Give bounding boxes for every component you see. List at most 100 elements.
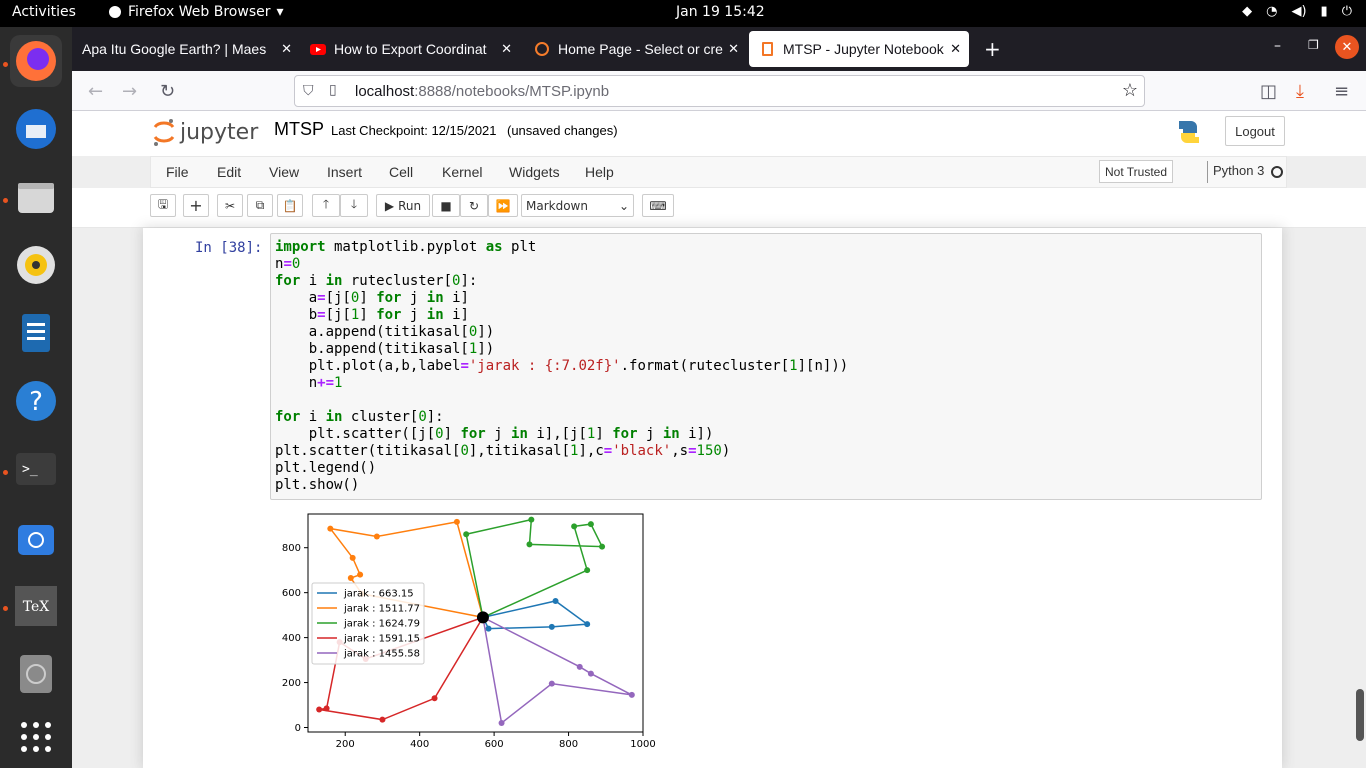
- chevron-down-icon: ▾: [276, 4, 284, 20]
- data-point: [584, 621, 591, 628]
- hamburger-menu-icon[interactable]: ≡: [1334, 81, 1349, 102]
- data-point: [347, 575, 354, 582]
- insert-cell-icon[interactable]: +: [183, 194, 209, 217]
- help-icon[interactable]: ?: [10, 375, 62, 427]
- forward-icon[interactable]: →: [122, 81, 137, 102]
- terminal-icon[interactable]: >_: [10, 443, 62, 495]
- move-up-icon[interactable]: 🡑: [312, 194, 340, 217]
- close-icon[interactable]: ✕: [281, 41, 292, 57]
- activities-button[interactable]: Activities: [12, 4, 76, 20]
- rhythmbox-icon[interactable]: [10, 239, 62, 291]
- cell-type-select[interactable]: Markdown ⌄: [521, 194, 634, 217]
- tab-google-earth[interactable]: Apa Itu Google Earth? | Maes ✕: [72, 31, 300, 67]
- menu-edit[interactable]: Edit: [217, 164, 241, 180]
- data-point: [453, 518, 460, 525]
- x-tick-label: 400: [410, 739, 429, 750]
- navigation-bar: ← → ↻ ⛉ ▯ localhost:8888/notebooks/MTSP.…: [72, 71, 1366, 111]
- y-tick-label: 400: [282, 633, 301, 644]
- texmaker-icon[interactable]: TeX: [10, 579, 62, 631]
- disk-icon[interactable]: [10, 647, 62, 699]
- menu-insert[interactable]: Insert: [327, 164, 362, 180]
- dock: ? >_ TeX: [0, 27, 72, 768]
- legend-label: jarak : 1591.15: [343, 634, 420, 645]
- close-window-icon[interactable]: ✕: [1335, 35, 1359, 59]
- tab-export-coordinates[interactable]: How to Export Coordinat ✕: [300, 31, 520, 67]
- menu-cell[interactable]: Cell: [389, 164, 413, 180]
- svg-text:TeX: TeX: [23, 599, 50, 615]
- software-center-icon[interactable]: [10, 511, 62, 563]
- interrupt-icon[interactable]: ■: [432, 194, 460, 217]
- system-tray[interactable]: ◆ ◔ ◀) ▮ ⏻: [1242, 4, 1352, 19]
- data-point: [599, 543, 606, 550]
- minimize-icon[interactable]: –: [1274, 38, 1281, 54]
- menu-file[interactable]: File: [166, 164, 189, 180]
- data-point: [463, 531, 470, 538]
- system-top-bar: Activities Firefox Web Browser ▾ Jan 19 …: [0, 0, 1366, 27]
- back-icon[interactable]: ←: [88, 81, 103, 102]
- data-point: [576, 663, 583, 670]
- y-tick-label: 0: [295, 723, 301, 734]
- page-scrollbar[interactable]: [1356, 689, 1364, 741]
- battery-icon[interactable]: ▮: [1321, 4, 1328, 19]
- volume-icon[interactable]: ◀): [1291, 4, 1306, 19]
- svg-text:?: ?: [29, 387, 43, 417]
- page-icon[interactable]: ▯: [329, 81, 337, 98]
- new-tab-icon[interactable]: +: [984, 37, 1001, 61]
- firefox-icon[interactable]: [10, 35, 62, 87]
- shield-icon[interactable]: ⛉: [303, 82, 314, 99]
- downloads-icon[interactable]: ⤓: [1296, 81, 1304, 102]
- dropbox-icon[interactable]: ◆: [1242, 4, 1252, 19]
- code-cell-input[interactable]: import matplotlib.pyplot as plt n=0 for …: [270, 233, 1262, 500]
- power-icon[interactable]: ⏻: [1342, 4, 1352, 19]
- thunderbird-icon[interactable]: [10, 103, 62, 155]
- files-icon[interactable]: [10, 171, 62, 223]
- copy-icon[interactable]: ⧉: [247, 194, 273, 217]
- libreoffice-writer-icon[interactable]: [10, 307, 62, 359]
- run-icon: ▶: [384, 198, 395, 213]
- tab-mtsp-notebook[interactable]: MTSP - Jupyter Notebook ✕: [749, 31, 969, 67]
- python-logo-icon: [1179, 121, 1199, 143]
- running-indicator: [3, 62, 8, 67]
- youtube-icon: [310, 44, 326, 55]
- running-indicator: [3, 198, 8, 203]
- jupyter-logo[interactable]: jupyter: [152, 117, 258, 147]
- menu-widgets[interactable]: Widgets: [509, 164, 560, 180]
- command-palette-icon[interactable]: ⌨: [642, 194, 674, 217]
- restart-run-all-icon[interactable]: ⏩: [488, 194, 518, 217]
- app-menu[interactable]: Firefox Web Browser ▾: [108, 4, 284, 20]
- save-icon[interactable]: 🖫: [150, 194, 176, 217]
- pocket-icon[interactable]: ◫: [1260, 81, 1277, 102]
- logout-button[interactable]: Logout: [1225, 116, 1285, 146]
- show-applications-icon[interactable]: [10, 711, 62, 763]
- close-icon[interactable]: ✕: [728, 41, 739, 57]
- wifi-icon[interactable]: ◔: [1266, 4, 1277, 19]
- not-trusted-button[interactable]: Not Trusted: [1099, 160, 1174, 183]
- data-point: [498, 720, 505, 727]
- url-bar[interactable]: ⛉ ▯ localhost:8888/notebooks/MTSP.ipynb …: [294, 75, 1145, 107]
- menu-kernel[interactable]: Kernel: [442, 164, 482, 180]
- bookmark-star-icon[interactable]: ☆: [1122, 80, 1138, 101]
- data-point: [587, 670, 594, 677]
- data-point: [528, 516, 535, 523]
- menu-view[interactable]: View: [269, 164, 299, 180]
- menu-help[interactable]: Help: [585, 164, 614, 180]
- url-path: :8888/notebooks/MTSP.ipynb: [414, 82, 610, 100]
- close-icon[interactable]: ✕: [950, 41, 961, 57]
- notebook-name[interactable]: MTSP: [274, 119, 324, 140]
- move-down-icon[interactable]: 🡓: [340, 194, 368, 217]
- reload-icon[interactable]: ↻: [160, 81, 175, 102]
- maximize-icon[interactable]: ❐: [1308, 38, 1319, 52]
- kernel-name[interactable]: Python 3: [1213, 163, 1264, 178]
- data-point: [548, 680, 555, 687]
- clock[interactable]: Jan 19 15:42: [676, 4, 765, 20]
- restart-icon[interactable]: ↻: [460, 194, 488, 217]
- tab-home-page[interactable]: Home Page - Select or cre ✕: [524, 31, 747, 67]
- paste-icon[interactable]: 📋: [277, 194, 303, 217]
- x-tick-label: 200: [336, 739, 355, 750]
- data-point: [552, 597, 559, 604]
- run-button[interactable]: ▶ Run: [376, 194, 430, 217]
- close-icon[interactable]: ✕: [501, 41, 512, 57]
- cut-icon[interactable]: ✂: [217, 194, 243, 217]
- cell-type-value: Markdown: [526, 198, 588, 213]
- running-indicator: [3, 470, 8, 475]
